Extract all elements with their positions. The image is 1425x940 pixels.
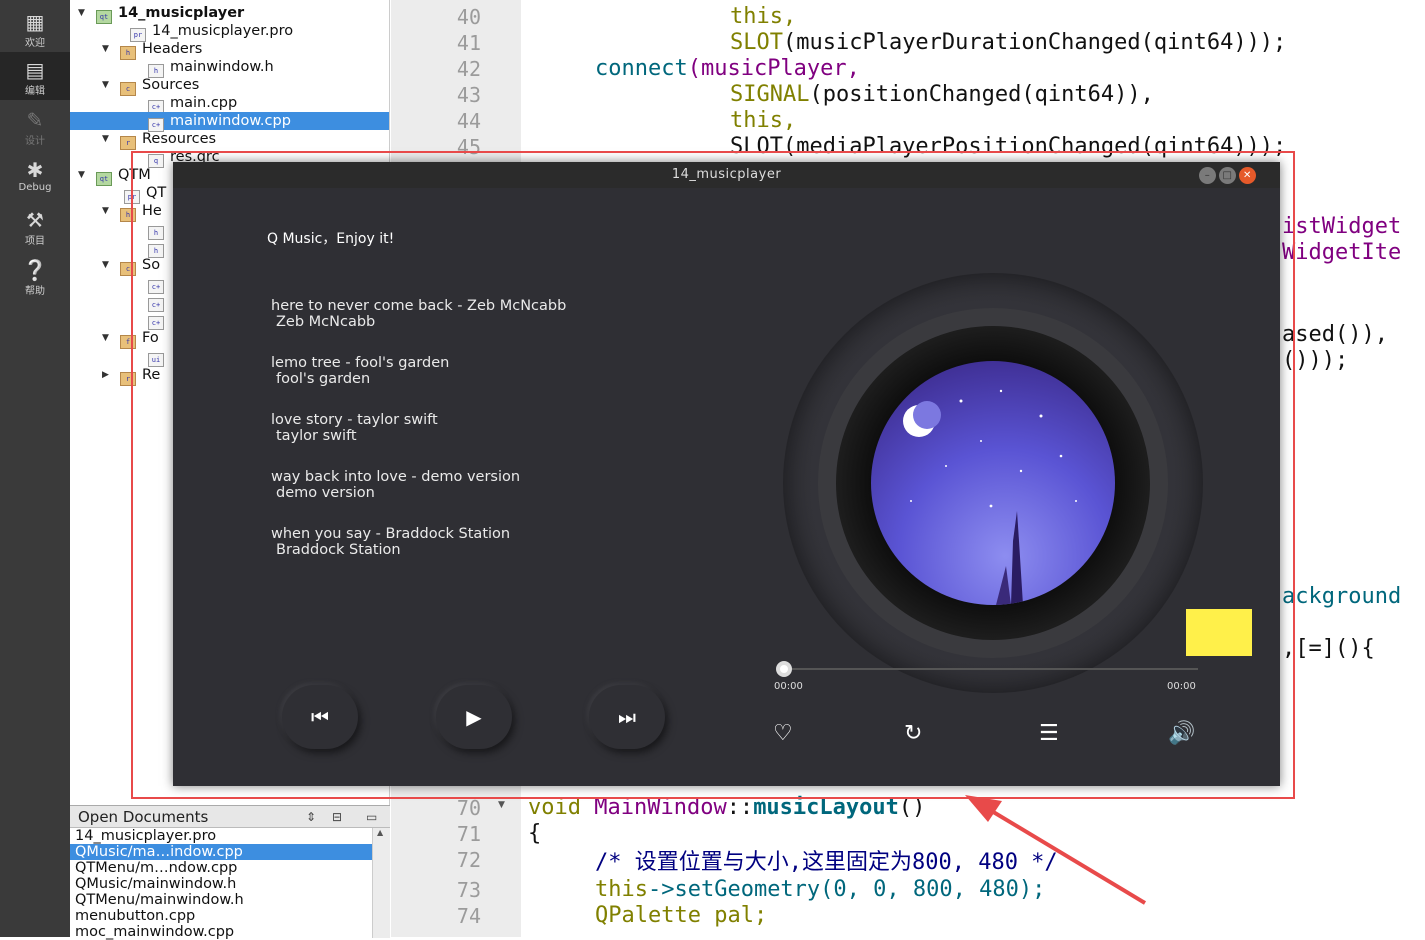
tree-item-mainwindow-cpp[interactable]: c+ mainwindow.cpp (70, 112, 389, 132)
folder-icon: c (120, 82, 136, 96)
open-doc-item[interactable]: QMusic/ma…indow.cpp (70, 844, 372, 860)
project-icon: qt (96, 172, 112, 186)
tree-item-main-cpp[interactable]: c+ main.cpp (148, 94, 237, 114)
open-doc-item[interactable]: QMusic/mainwindow.h (70, 876, 372, 892)
line-number: 74 (456, 904, 481, 928)
scroll-up-icon[interactable]: ▲ (377, 828, 383, 837)
folder-icon: h (120, 46, 136, 60)
collapse-arrow-icon[interactable]: ▼ (78, 4, 85, 22)
line-number: 40 (456, 5, 481, 29)
expand-arrow-icon[interactable]: ▶ (102, 366, 109, 384)
code-line-43: SIGNAL(positionChanged(qint64)), (730, 82, 1154, 107)
mode-debug[interactable]: ✱ Debug (0, 152, 70, 200)
tree-item-sources[interactable]: ▼ c Sources (102, 76, 199, 96)
mode-help[interactable]: ❔ 帮助 (0, 252, 70, 300)
open-doc-item[interactable]: QTMenu/mainwindow.h (70, 892, 372, 908)
code-fragment: ,[=](){ (1282, 636, 1375, 661)
sort-arrows-icon[interactable]: ⇕ (306, 806, 316, 828)
code-line-74: QPalette pal; (595, 903, 768, 928)
split-icon[interactable]: ⊟ (332, 806, 342, 828)
highlight-box (131, 151, 1295, 799)
open-doc-item[interactable]: menubutton.cpp (70, 908, 372, 924)
code-fragment: istWidget (1282, 214, 1402, 239)
open-documents-header: Open Documents ⇕ ⊟ ▭ (70, 806, 390, 828)
line-number: 71 (456, 822, 481, 846)
wrench-icon: ⚒ (26, 208, 44, 232)
line-number: 72 (456, 848, 481, 872)
edit-icon: ▤ (25, 58, 45, 82)
code-line-41: SLOT(musicPlayerDurationChanged(qint64))… (730, 30, 1287, 55)
code-fragment: WidgetIte (1282, 240, 1402, 265)
code-line-72: /* 设置位置与大小,这里固定为800, 480 */ (595, 850, 1058, 875)
collapse-arrow-icon[interactable]: ▼ (102, 329, 109, 347)
close-pane-icon[interactable]: ▭ (366, 806, 377, 828)
mode-projects[interactable]: ⚒ 项目 (0, 202, 70, 250)
open-documents-list: 14_musicplayer.pro QMusic/ma…indow.cpp Q… (70, 828, 390, 940)
open-documents-panel: Open Documents ⇕ ⊟ ▭ 14_musicplayer.pro … (70, 805, 390, 940)
tree-item-headers[interactable]: ▼ h Headers (102, 40, 202, 60)
help-icon: ❔ (22, 258, 48, 282)
collapse-arrow-icon[interactable]: ▼ (78, 166, 85, 184)
project-icon: qt (96, 10, 112, 24)
line-number: 41 (456, 31, 481, 55)
code-line-40: this, (730, 4, 797, 29)
bug-icon: ✱ (26, 158, 44, 182)
fold-arrow-icon[interactable]: ▼ (498, 800, 505, 810)
tree-item-project[interactable]: ▼ qt 14_musicplayer (78, 4, 244, 24)
open-doc-item[interactable]: moc_mainwindow.cpp (70, 924, 372, 940)
open-doc-item[interactable]: QTMenu/m…ndow.cpp (70, 860, 372, 876)
collapse-arrow-icon[interactable]: ▼ (102, 76, 109, 94)
grid-icon: ▦ (25, 10, 45, 34)
tree-item-resources[interactable]: ▼ r Resources (102, 130, 216, 150)
collapse-arrow-icon[interactable]: ▼ (102, 130, 109, 148)
pencil-icon: ✎ (26, 108, 44, 132)
collapse-arrow-icon[interactable]: ▼ (102, 256, 109, 274)
line-number: 43 (456, 83, 481, 107)
line-number: 73 (456, 878, 481, 902)
line-number: 44 (456, 109, 481, 133)
collapse-arrow-icon[interactable]: ▼ (102, 40, 109, 58)
code-line-44: this, (730, 108, 797, 133)
tree-item-pro-file[interactable]: pr 14_musicplayer.pro (130, 22, 293, 42)
code-line-42: connect(musicPlayer, (595, 56, 860, 81)
code-line-73: this->setGeometry(0, 0, 800, 480); (595, 877, 1046, 902)
folder-icon: r (120, 136, 136, 150)
open-doc-item[interactable]: 14_musicplayer.pro (70, 828, 372, 844)
code-fragment: ased()), (1282, 322, 1388, 347)
mode-edit[interactable]: ▤ 编辑 (0, 52, 70, 100)
mode-sidebar: ▦ 欢迎 ▤ 编辑 ✎ 设计 ✱ Debug ⚒ 项目 ❔ 帮助 (0, 0, 70, 937)
code-fragment: ackground (1282, 584, 1402, 609)
collapse-arrow-icon[interactable]: ▼ (102, 202, 109, 220)
open-documents-scrollbar[interactable]: ▲ (372, 828, 390, 938)
code-line-71: { (528, 821, 542, 846)
line-number: 42 (456, 57, 481, 81)
mode-welcome[interactable]: ▦ 欢迎 (0, 4, 70, 52)
mode-design[interactable]: ✎ 设计 (0, 102, 70, 150)
tree-item-mainwindow-h[interactable]: h mainwindow.h (148, 58, 274, 78)
